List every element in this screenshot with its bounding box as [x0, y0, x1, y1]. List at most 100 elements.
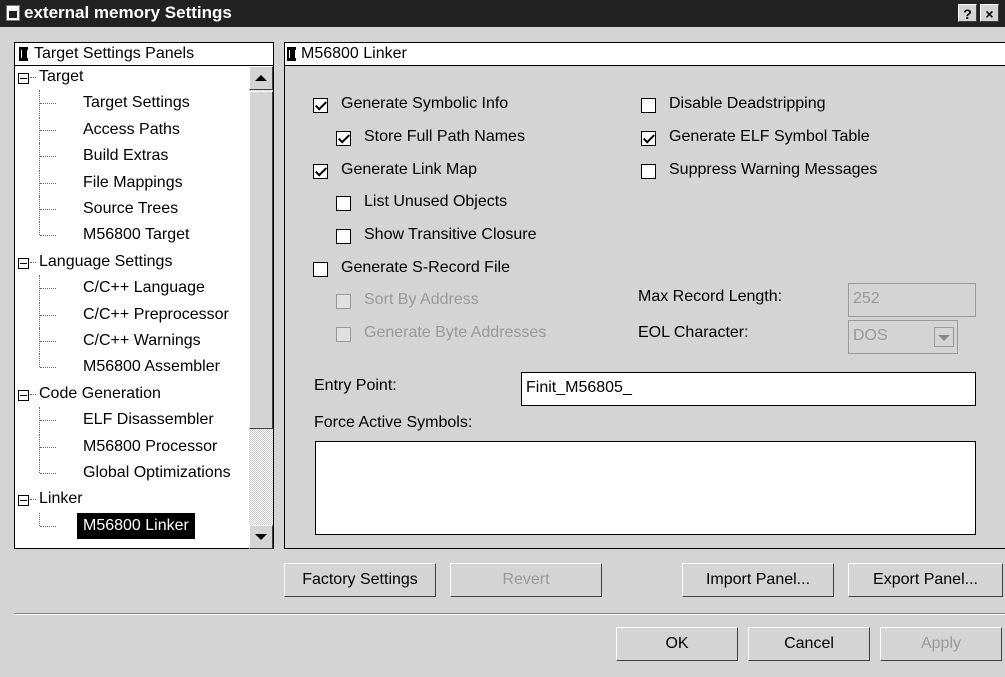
suppress-warning-messages-checkbox[interactable] [641, 164, 656, 179]
generate-elf-symbol-table-checkbox[interactable] [641, 131, 656, 146]
tree-item-label: C/C++ Preprocessor [83, 305, 229, 323]
tree-item-label: Global Optimizations [83, 464, 231, 481]
tree-item[interactable]: Global Optimizations [15, 460, 249, 486]
tree-item-label: C/C++ Warnings [83, 332, 201, 349]
disable-deadstripping-label: Disable Deadstripping [669, 95, 826, 112]
revert-button[interactable]: Revert [450, 563, 602, 597]
panel-list: Target Settings Panels Target Target Sett… [14, 42, 274, 549]
collapse-icon[interactable] [18, 73, 29, 84]
max-record-length-value: 252 [853, 290, 880, 307]
tree-item[interactable]: Linker [15, 486, 249, 512]
tree-item[interactable]: C/C++ Warnings [15, 328, 249, 354]
suppress-warning-messages-label: Suppress Warning Messages [669, 161, 878, 178]
generate-symbolic-info-checkbox[interactable] [313, 98, 328, 113]
entry-point-input[interactable]: Finit_M56805_ [521, 372, 976, 406]
generate-srecord-file-label: Generate S-Record File [341, 259, 510, 276]
tree-item[interactable]: C/C++ Language [15, 275, 249, 302]
close-button[interactable]: × [980, 4, 999, 22]
title-bar: external memory Settings ? × [0, 0, 1005, 27]
tree-connector [40, 367, 56, 369]
list-unused-objects-checkbox[interactable] [336, 196, 351, 211]
tree-connector [40, 129, 56, 131]
tree-item[interactable]: M56800 Linker [15, 512, 249, 539]
tree-connector [40, 473, 56, 474]
generate-srecord-file-checkbox[interactable] [313, 262, 328, 277]
tree-connector [39, 512, 40, 526]
store-full-path-names-checkbox[interactable] [336, 131, 351, 146]
export-panel-button[interactable]: Export Panel... [848, 563, 1003, 597]
force-active-symbols-textarea[interactable] [315, 441, 976, 535]
tree-group-label: Linker [39, 490, 83, 508]
tree-connector [40, 288, 56, 290]
tree-item-label: Source Trees [83, 200, 179, 217]
eol-character-value: DOS [853, 327, 888, 344]
tree-item-label: Access Paths [83, 120, 180, 138]
settings-panel-header: M56800 Linker [285, 43, 1005, 66]
tree-item[interactable]: Access Paths [15, 116, 249, 143]
panel-header-icon [287, 47, 296, 61]
arrow-down-icon [255, 534, 267, 540]
scroll-up-button[interactable] [249, 66, 273, 90]
tree-item[interactable]: M56800 Processor [15, 433, 249, 460]
tree-item[interactable]: Target Settings [15, 90, 249, 117]
tree-connector [40, 209, 56, 210]
dropdown-button[interactable] [934, 327, 954, 347]
scroll-thumb[interactable] [249, 91, 273, 429]
generate-link-map-label: Generate Link Map [341, 161, 478, 178]
factory-settings-button[interactable]: Factory Settings [284, 563, 436, 597]
generate-link-map-checkbox[interactable] [313, 164, 328, 179]
collapse-icon[interactable] [18, 389, 29, 401]
sort-by-address-checkbox[interactable] [336, 294, 351, 309]
eol-character-select[interactable]: DOS [848, 320, 958, 354]
tree-item[interactable]: File Mappings [15, 169, 249, 196]
tree-connector [39, 354, 40, 368]
chevron-down-icon [938, 335, 950, 341]
collapse-icon[interactable] [18, 495, 29, 507]
force-active-symbols-label: Force Active Symbols: [314, 414, 473, 431]
help-button[interactable]: ? [958, 4, 977, 22]
tree-item-label: M56800 Target [83, 226, 190, 244]
tree-item[interactable]: Build Extras [15, 143, 249, 170]
settings-tree: Target Target Settings Access Paths Build E… [15, 66, 249, 549]
cancel-button[interactable]: Cancel [748, 627, 870, 661]
sort-by-address-label: Sort By Address [364, 291, 479, 308]
tree-connector [30, 261, 36, 263]
scroll-down-button[interactable] [249, 525, 273, 549]
show-transitive-closure-label: Show Transitive Closure [364, 226, 537, 243]
tree-connector [40, 182, 56, 184]
tree-item-label: File Mappings [83, 173, 183, 191]
disable-deadstripping-checkbox[interactable] [641, 98, 656, 113]
max-record-length-field[interactable]: 252 [848, 283, 976, 317]
tree-item[interactable]: ELF Disassembler [15, 407, 249, 434]
entry-point-value: Finit_M56805_ [526, 379, 632, 396]
tree-item-label: C/C++ Language [83, 279, 205, 297]
tree-group-label: Language Settings [39, 252, 173, 270]
tree-connector [40, 446, 56, 448]
tree-scrollbar[interactable] [249, 66, 273, 549]
eol-character-label: EOL Character: [638, 324, 749, 341]
tree-item-label-selected: M56800 Linker [77, 512, 195, 539]
tree-connector [30, 77, 36, 78]
generate-elf-symbol-table-label: Generate ELF Symbol Table [669, 128, 870, 145]
generate-byte-addresses-checkbox[interactable] [336, 327, 351, 342]
tree-item[interactable]: Code Generation [15, 381, 249, 407]
tree-connector [40, 525, 56, 527]
tree-item[interactable]: M56800 Assembler [15, 354, 249, 380]
tree-item[interactable]: Source Trees [15, 196, 249, 222]
tree-item-label: Target Settings [83, 94, 190, 112]
tree-item[interactable]: M56800 Target [15, 222, 249, 248]
tree-connector [39, 460, 40, 473]
ok-button[interactable]: OK [616, 627, 738, 661]
tree-connector [40, 235, 56, 237]
collapse-icon[interactable] [18, 257, 29, 269]
show-transitive-closure-checkbox[interactable] [336, 229, 351, 244]
apply-button[interactable]: Apply [880, 627, 1002, 661]
tree-item[interactable]: Target [15, 66, 249, 90]
tree-item[interactable]: Language Settings [15, 249, 249, 275]
import-panel-button[interactable]: Import Panel... [682, 563, 834, 597]
tree-connector [40, 420, 56, 422]
tree-group-label: Target [39, 68, 84, 85]
window-title: external memory Settings [24, 3, 232, 22]
max-record-length-label: Max Record Length: [638, 288, 783, 305]
tree-item[interactable]: C/C++ Preprocessor [15, 301, 249, 328]
